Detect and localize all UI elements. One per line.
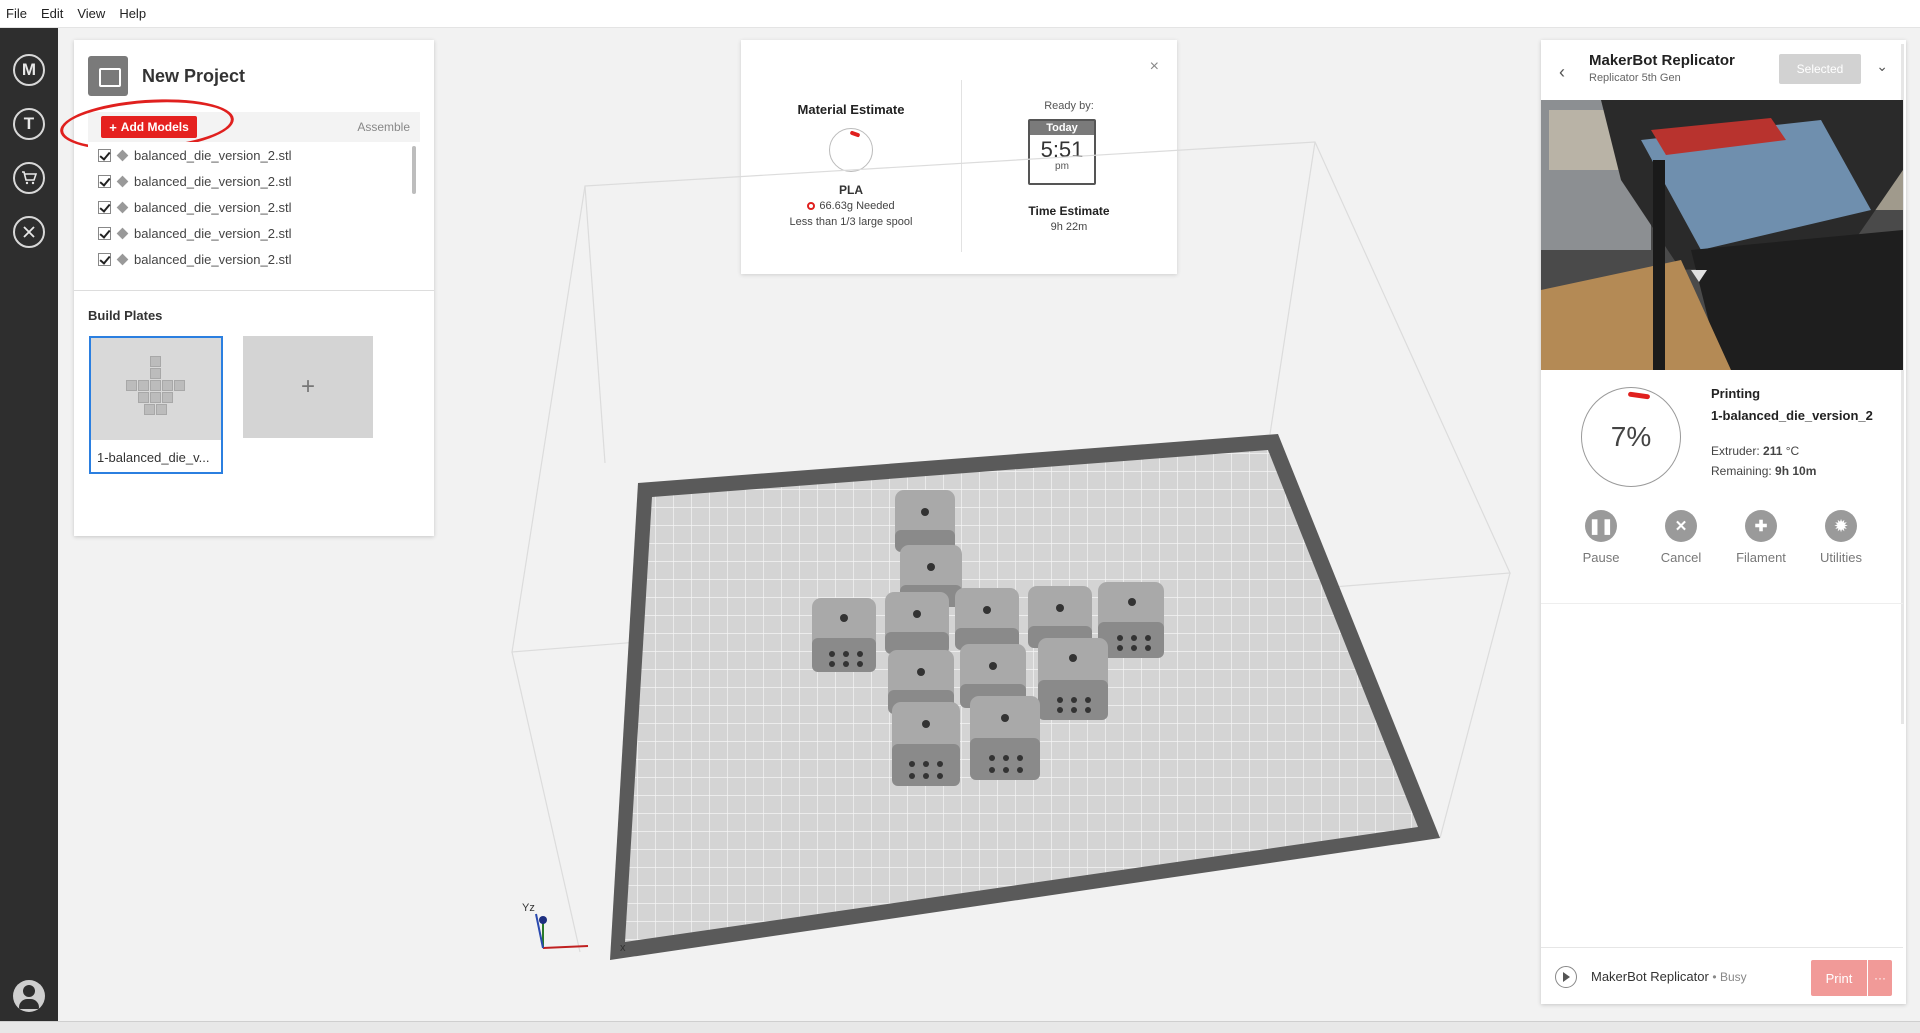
build-plate-card[interactable]: 1-balanced_die_v... bbox=[89, 336, 223, 474]
remaining-time: Remaining: 9h 10m bbox=[1711, 464, 1816, 478]
utilities-button[interactable]: ✹ Utilities bbox=[1801, 510, 1881, 565]
add-build-plate-button[interactable]: + bbox=[243, 336, 373, 438]
gear-icon: ✹ bbox=[1825, 510, 1857, 542]
extruder-temp: Extruder: 211 °C bbox=[1711, 444, 1799, 458]
axis-label-x: x bbox=[620, 942, 626, 954]
footer-printer-label: MakerBot Replicator bbox=[1591, 969, 1709, 984]
model-filename: balanced_die_version_2.stl bbox=[134, 225, 292, 241]
build-plates-title: Build Plates bbox=[88, 308, 163, 323]
menu-help[interactable]: Help bbox=[119, 6, 146, 21]
print-options-button[interactable]: ··· bbox=[1868, 960, 1892, 996]
pause-button[interactable]: ❚❚ Pause bbox=[1561, 510, 1641, 565]
divider bbox=[1541, 603, 1903, 604]
left-nav-rail: M T bbox=[0, 28, 58, 1021]
checkbox[interactable] bbox=[98, 252, 111, 266]
assemble-button[interactable]: Assemble bbox=[357, 120, 410, 134]
divider bbox=[74, 290, 434, 291]
menu-edit[interactable]: Edit bbox=[41, 6, 63, 21]
project-panel: New Project + Add Models Assemble balanc… bbox=[58, 40, 434, 536]
list-item[interactable]: balanced_die_version_2.stl bbox=[88, 168, 420, 194]
footer-printer-name[interactable]: MakerBot Replicator • Busy bbox=[1591, 969, 1747, 984]
model-filename: balanced_die_version_2.stl bbox=[134, 173, 292, 189]
list-item[interactable]: balanced_die_version_2.stl bbox=[88, 142, 420, 168]
model-filename: balanced_die_version_2.stl bbox=[134, 147, 292, 163]
filament-icon: ✚ bbox=[1745, 510, 1777, 542]
close-icon: ✕ bbox=[1665, 510, 1697, 542]
menu-bar: File Edit View Help bbox=[0, 0, 1920, 28]
models-header: + Add Models Assemble bbox=[58, 93, 420, 157]
models-list-box: + Add Models Assemble balanced_die_versi… bbox=[58, 93, 420, 274]
avatar[interactable] bbox=[13, 980, 45, 1012]
utilities-icon[interactable] bbox=[13, 216, 45, 248]
build-plate-label: 1-balanced_die_v... bbox=[97, 450, 210, 465]
filament-label: Filament bbox=[1736, 550, 1786, 565]
build-plate-thumbnail bbox=[91, 338, 221, 440]
3d-viewport[interactable]: Yz x bbox=[440, 130, 1540, 970]
store-icon[interactable] bbox=[13, 162, 45, 194]
cube-icon bbox=[116, 149, 129, 161]
printer-status-icon bbox=[1555, 966, 1577, 988]
taskbar bbox=[0, 1021, 1920, 1033]
thingiverse-icon[interactable]: T bbox=[13, 108, 45, 140]
pause-label: Pause bbox=[1582, 550, 1620, 565]
list-item[interactable]: balanced_die_version_2.stl bbox=[88, 246, 420, 272]
camera-feed-image bbox=[1541, 100, 1903, 370]
back-icon[interactable]: ‹ bbox=[1559, 62, 1565, 83]
folder-icon[interactable] bbox=[88, 56, 128, 96]
chevron-down-icon[interactable]: ⌄ bbox=[1876, 58, 1888, 75]
extruder-value: 211 bbox=[1763, 444, 1783, 458]
print-button[interactable]: Print bbox=[1811, 960, 1867, 996]
close-icon[interactable]: × bbox=[1150, 58, 1159, 76]
print-state: Printing bbox=[1711, 386, 1761, 401]
progress-percent: 7% bbox=[1610, 421, 1652, 452]
selected-button[interactable]: Selected bbox=[1779, 54, 1861, 84]
printer-panel: ‹ MakerBot Replicator Replicator 5th Gen… bbox=[1541, 40, 1906, 1004]
checkbox[interactable] bbox=[98, 200, 111, 214]
checkbox[interactable] bbox=[98, 174, 111, 188]
checkbox[interactable] bbox=[98, 148, 111, 162]
model-list[interactable]: balanced_die_version_2.stl balanced_die_… bbox=[88, 142, 420, 274]
printer-footer: MakerBot Replicator • Busy Print ··· bbox=[1541, 947, 1903, 1004]
checkbox[interactable] bbox=[98, 226, 111, 240]
axis-label-yz: Yz bbox=[522, 902, 535, 914]
ready-by-label: Ready by: bbox=[1044, 100, 1094, 112]
project-title[interactable]: New Project bbox=[142, 66, 245, 87]
pause-icon: ❚❚ bbox=[1585, 510, 1617, 542]
menu-file[interactable]: File bbox=[6, 6, 27, 21]
remaining-value: 9h 10m bbox=[1775, 464, 1817, 478]
remaining-label: Remaining: bbox=[1711, 464, 1772, 478]
footer-printer-status: • Busy bbox=[1712, 970, 1747, 984]
cancel-button[interactable]: ✕ Cancel bbox=[1641, 510, 1721, 565]
cube-icon bbox=[116, 227, 129, 239]
cube-icon bbox=[116, 175, 129, 187]
list-item[interactable]: balanced_die_version_2.stl bbox=[88, 220, 420, 246]
material-estimate-title: Material Estimate bbox=[797, 102, 905, 117]
utilities-label: Utilities bbox=[1820, 550, 1862, 565]
scrollbar[interactable] bbox=[412, 146, 416, 194]
model-filename: balanced_die_version_2.stl bbox=[134, 199, 292, 215]
cancel-label: Cancel bbox=[1660, 550, 1702, 565]
model-filename: balanced_die_version_2.stl bbox=[134, 251, 292, 267]
list-item[interactable]: balanced_die_version_2.stl bbox=[88, 194, 420, 220]
axis-gizmo bbox=[535, 913, 589, 949]
cube-icon bbox=[116, 253, 129, 265]
printer-model: Replicator 5th Gen bbox=[1589, 72, 1681, 84]
filament-button[interactable]: ✚ Filament bbox=[1721, 510, 1801, 565]
extruder-unit: °C bbox=[1785, 444, 1800, 458]
extruder-label: Extruder: bbox=[1711, 444, 1760, 458]
print-filename: 1-balanced_die_version_2 bbox=[1711, 408, 1873, 423]
makerbot-logo-icon[interactable]: M bbox=[13, 54, 45, 86]
menu-view[interactable]: View bbox=[77, 6, 105, 21]
printer-name: MakerBot Replicator bbox=[1589, 52, 1735, 69]
print-actions: ❚❚ Pause ✕ Cancel ✚ Filament ✹ Utilities bbox=[1561, 510, 1881, 574]
build-volume-scene[interactable] bbox=[440, 130, 1540, 970]
cube-icon bbox=[116, 201, 129, 213]
